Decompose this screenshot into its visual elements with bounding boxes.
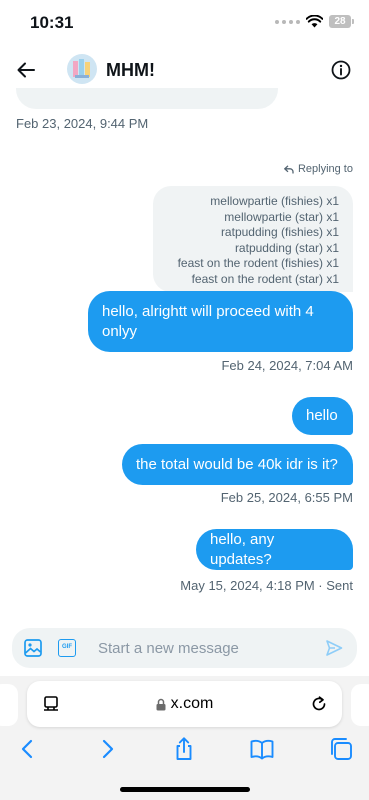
status-time: 10:31 xyxy=(30,13,74,32)
quoted-message[interactable]: mellowpartie (fishies) x1 mellowpartie (… xyxy=(153,186,353,292)
status-indicators: 28 xyxy=(275,15,354,28)
quoted-line: mellowpartie (fishies) x1 xyxy=(210,194,339,208)
home-indicator xyxy=(120,787,250,792)
image-icon[interactable] xyxy=(24,639,42,657)
reload-icon[interactable] xyxy=(309,694,329,714)
previous-message-bubble xyxy=(16,88,278,109)
next-tab-preview[interactable] xyxy=(351,684,369,726)
quoted-line: ratpudding (fishies) x1 xyxy=(220,225,339,239)
quoted-line: ratpudding (star) x1 xyxy=(234,240,339,255)
url-text: x.com xyxy=(170,695,214,712)
send-icon[interactable] xyxy=(325,639,343,657)
message-composer: GIF xyxy=(12,628,357,668)
message-input[interactable] xyxy=(98,628,308,668)
previous-tab-preview[interactable] xyxy=(0,684,18,726)
info-icon[interactable] xyxy=(329,58,353,82)
quoted-line: feast on the rodent (star) x1 xyxy=(191,271,339,286)
message-bubble[interactable]: hello, any updates? xyxy=(196,529,353,570)
replying-to-text: Replying to xyxy=(297,163,353,175)
chat-title[interactable]: MHM! xyxy=(106,60,155,81)
address-bar[interactable]: x.com xyxy=(27,681,342,727)
lock-icon xyxy=(156,698,166,710)
message-bubble[interactable]: hello, alrightt will proceed with 4 only… xyxy=(88,291,353,352)
url-display: x.com xyxy=(27,695,342,713)
status-bar: 10:31 28 xyxy=(0,0,369,46)
back-arrow-icon[interactable] xyxy=(14,58,38,82)
replying-to-label: Replying to xyxy=(283,163,353,175)
forward-icon[interactable] xyxy=(94,736,120,762)
message-timestamp: Feb 25, 2024, 6:55 PM xyxy=(220,490,353,505)
bookmarks-icon[interactable] xyxy=(249,736,275,762)
reply-arrow-icon xyxy=(283,164,294,173)
back-icon[interactable] xyxy=(15,736,41,762)
share-icon[interactable] xyxy=(171,736,197,762)
quoted-line: feast on the rodent (fishies) x1 xyxy=(177,256,339,270)
tabs-icon[interactable] xyxy=(328,736,354,762)
signal-icon xyxy=(275,19,300,24)
message-timestamp: May 15, 2024, 4:18 PM · Sent xyxy=(180,578,353,593)
message-timestamp: Feb 23, 2024, 9:44 PM xyxy=(16,116,149,131)
wifi-icon xyxy=(306,15,323,28)
browser-toolbar: x.com xyxy=(0,676,369,800)
message-timestamp: Feb 24, 2024, 7:04 AM xyxy=(221,358,353,373)
message-bubble[interactable]: hello xyxy=(292,397,353,435)
quoted-line: mellowpartie (star) x1 xyxy=(224,209,339,224)
message-bubble[interactable]: the total would be 40k idr is it? xyxy=(122,444,353,485)
battery-indicator: 28 xyxy=(329,15,354,28)
avatar[interactable] xyxy=(67,54,97,84)
conversation-header: MHM! xyxy=(0,46,369,94)
gif-icon[interactable]: GIF xyxy=(58,639,76,657)
